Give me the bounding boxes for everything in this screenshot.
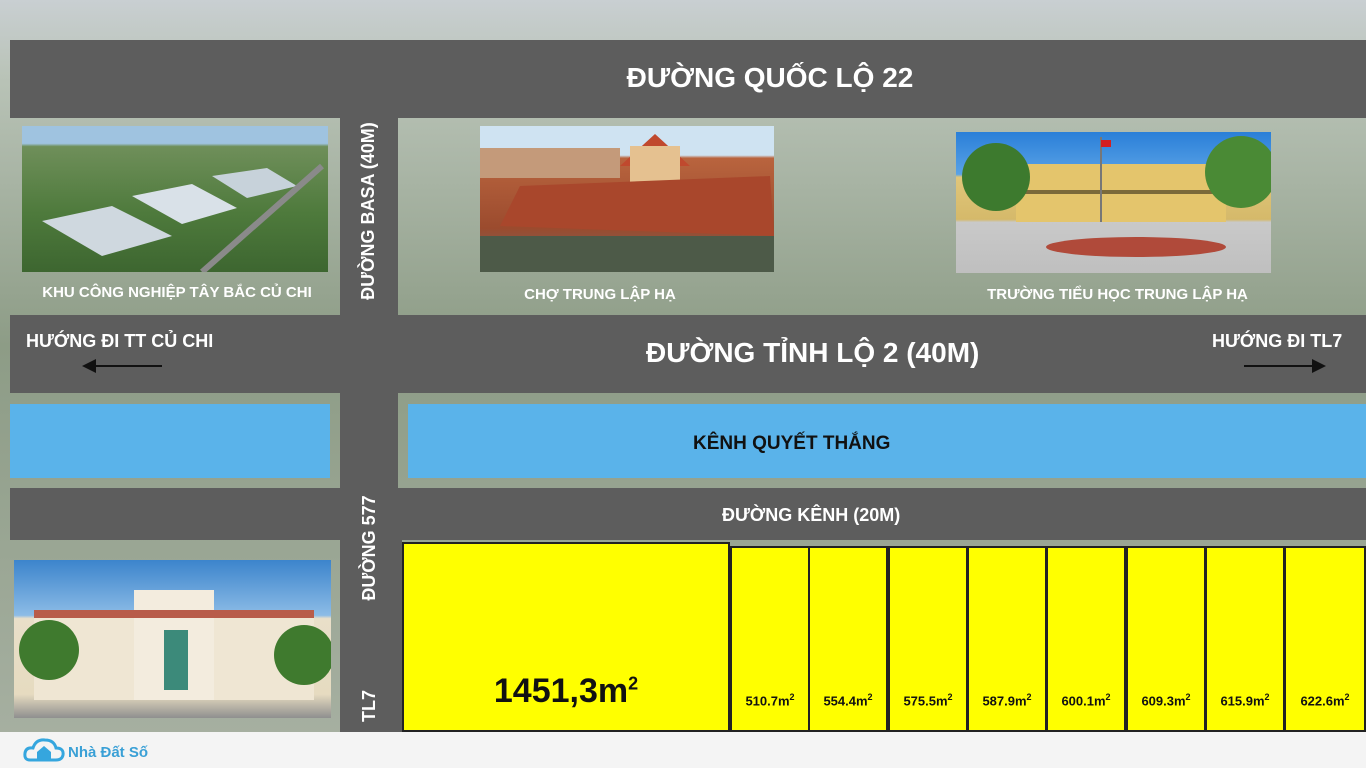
road-label-ql22: ĐƯỜNG QUỐC LỘ 22 (626, 62, 914, 93)
lot-area-label: 575.5m2 (903, 691, 953, 708)
road-label-basa: ĐƯỜNG BASA (40M) (358, 122, 378, 300)
brand-name: Nhà Đất Số (68, 744, 149, 761)
lot-area-label: 554.4m2 (823, 691, 873, 708)
lot-large-area: 1451,3m2 (493, 672, 639, 710)
lot-large[interactable]: 1451,3m2 (402, 542, 730, 732)
arrow-left-head-icon (82, 359, 96, 373)
lot-2[interactable]: 554.4m2 (808, 546, 888, 732)
arrow-right-head-icon (1312, 359, 1326, 373)
caption-school: TRƯỜNG TIỂU HỌC TRUNG LẬP HẠ (987, 286, 1248, 303)
direction-right-label: HƯỚNG ĐI TL7 (1212, 331, 1343, 351)
canal-label: KÊNH QUYẾT THẮNG (693, 433, 891, 454)
direction-left-label: HƯỚNG ĐI TT CỦ CHI (26, 331, 214, 351)
lot-area-label: 622.6m2 (1300, 691, 1350, 708)
canal-left (10, 404, 330, 478)
house-cloud-icon (23, 738, 65, 762)
lot-area-label: 615.9m2 (1220, 691, 1270, 708)
lot-area-label: 609.3m2 (1141, 691, 1191, 708)
lot-7[interactable]: 615.9m2 (1205, 546, 1285, 732)
footer-bar: Nhà Đất Số (0, 732, 1366, 768)
lot-8[interactable]: 622.6m2 (1284, 546, 1366, 732)
lot-3[interactable]: 575.5m2 (888, 546, 968, 732)
lot-area-label: 600.1m2 (1061, 691, 1111, 708)
lot-area-label: 510.7m2 (745, 691, 795, 708)
road-577-segment (340, 393, 398, 488)
road-label-kenh: ĐƯỜNG KÊNH (20M) (722, 505, 901, 525)
photo-government-building (14, 560, 331, 718)
arrow-right-icon (1244, 365, 1318, 367)
photo-industrial-park (22, 126, 328, 272)
caption-market: CHỢ TRUNG LẬP HẠ (524, 286, 676, 303)
lot-4[interactable]: 587.9m2 (967, 546, 1047, 732)
road-label-tl2: ĐƯỜNG TỈNH LỘ 2 (40M) (646, 337, 980, 368)
lot-6[interactable]: 609.3m2 (1126, 546, 1206, 732)
lot-5[interactable]: 600.1m2 (1046, 546, 1126, 732)
photo-market (480, 126, 774, 272)
lot-1[interactable]: 510.7m2 (730, 546, 810, 732)
caption-industrial: KHU CÔNG NGHIỆP TÂY BẮC CỦ CHI (42, 284, 312, 301)
photo-school (956, 132, 1271, 273)
road-label-577: ĐƯỜNG 577 (359, 495, 379, 601)
lot-area-label: 587.9m2 (982, 691, 1032, 708)
arrow-left-icon (88, 365, 162, 367)
road-kenh (10, 488, 1366, 540)
